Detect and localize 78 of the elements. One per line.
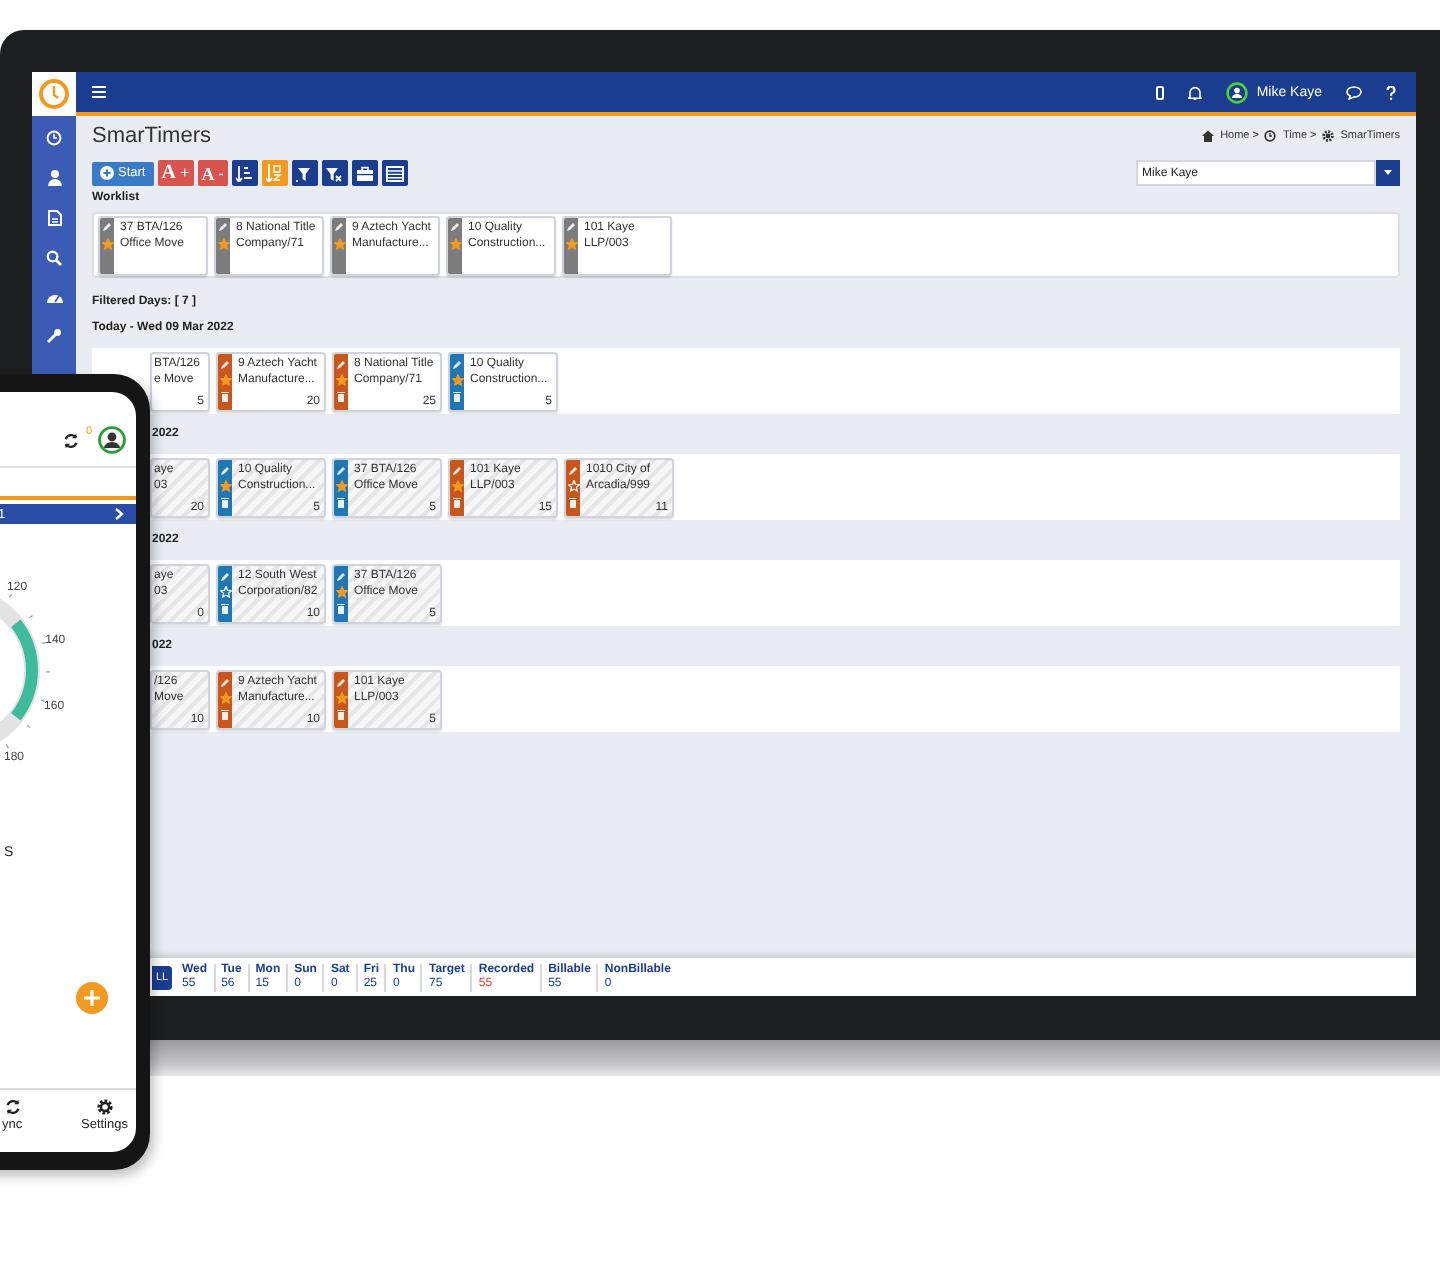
star-icon[interactable] xyxy=(217,237,229,249)
filter-clear-button[interactable] xyxy=(321,160,348,186)
trash-icon[interactable] xyxy=(336,496,346,509)
star-icon[interactable] xyxy=(101,237,113,249)
document-icon[interactable] xyxy=(47,210,61,226)
chevron-right-icon xyxy=(114,508,124,520)
star-icon[interactable] xyxy=(335,479,347,492)
pencil-icon[interactable] xyxy=(566,221,576,231)
sync-icon[interactable] xyxy=(61,431,80,449)
avatar-icon[interactable] xyxy=(1226,81,1249,103)
star-icon[interactable] xyxy=(219,691,231,704)
help-icon[interactable] xyxy=(1386,85,1396,99)
pencil-icon[interactable] xyxy=(450,221,460,231)
star-icon[interactable] xyxy=(219,479,231,492)
briefcase-icon xyxy=(355,165,374,181)
list-icon xyxy=(385,165,404,181)
filter-clear-icon xyxy=(326,165,343,181)
clock-logo-icon[interactable] xyxy=(38,78,70,110)
settings-icon xyxy=(95,1098,114,1116)
caret-icon xyxy=(1384,170,1392,176)
gear-icon xyxy=(1322,130,1335,142)
star-icon[interactable] xyxy=(335,585,347,598)
briefcase-button[interactable] xyxy=(351,160,378,186)
trash-icon[interactable] xyxy=(336,708,346,721)
star-icon[interactable] xyxy=(335,373,347,386)
bell-icon[interactable] xyxy=(1188,85,1203,99)
pencil-icon[interactable] xyxy=(220,677,230,688)
trash-icon[interactable] xyxy=(336,602,346,615)
menu-icon[interactable] xyxy=(92,86,106,98)
sort-list-icon xyxy=(236,165,253,181)
trash-icon[interactable] xyxy=(452,390,462,403)
user-icon[interactable] xyxy=(47,170,61,186)
avatar-icon[interactable] xyxy=(98,426,126,454)
star-icon[interactable] xyxy=(449,237,461,249)
trash-icon[interactable] xyxy=(220,390,230,403)
trash-icon[interactable] xyxy=(220,496,230,509)
add-button[interactable] xyxy=(76,982,108,1014)
plus-icon xyxy=(84,990,100,1006)
star-icon[interactable] xyxy=(451,479,463,492)
star-icon[interactable] xyxy=(333,237,345,249)
sort-list-button[interactable] xyxy=(231,160,258,186)
sort-icon xyxy=(266,164,283,182)
pencil-icon[interactable] xyxy=(336,465,346,476)
filter-button[interactable] xyxy=(291,160,318,186)
pencil-icon[interactable] xyxy=(220,571,230,582)
pencil-icon[interactable] xyxy=(568,465,578,476)
dashboard-icon[interactable] xyxy=(45,290,63,304)
pencil-icon[interactable] xyxy=(336,677,346,688)
list-button[interactable] xyxy=(381,160,408,186)
trash-icon[interactable] xyxy=(452,496,462,509)
chat-icon[interactable] xyxy=(1346,85,1362,99)
filter-icon xyxy=(296,165,313,181)
search-icon[interactable] xyxy=(46,250,62,266)
pencil-icon[interactable] xyxy=(452,465,462,476)
sync-icon xyxy=(3,1098,22,1116)
page-title: SmarTimers xyxy=(92,124,211,148)
star-icon[interactable] xyxy=(335,691,347,704)
clock-icon xyxy=(1264,130,1277,142)
trash-icon[interactable] xyxy=(220,708,230,721)
pencil-icon[interactable] xyxy=(102,221,112,231)
home-icon xyxy=(1202,130,1215,142)
phone-icon[interactable] xyxy=(1156,85,1165,99)
star-icon[interactable] xyxy=(565,237,577,249)
pencil-icon[interactable] xyxy=(452,359,462,370)
pencil-icon[interactable] xyxy=(218,221,228,231)
clock-icon[interactable] xyxy=(46,130,62,146)
trash-icon[interactable] xyxy=(568,496,578,509)
star-icon[interactable] xyxy=(219,373,231,386)
wrench-icon[interactable] xyxy=(46,328,62,344)
trash-icon[interactable] xyxy=(336,390,346,403)
pencil-icon[interactable] xyxy=(336,359,346,370)
star-icon[interactable] xyxy=(451,373,463,386)
plus-circle-icon xyxy=(100,166,114,180)
pencil-icon[interactable] xyxy=(220,359,230,370)
pencil-icon[interactable] xyxy=(220,465,230,476)
trash-icon[interactable] xyxy=(220,602,230,615)
pencil-icon[interactable] xyxy=(336,571,346,582)
pencil-icon[interactable] xyxy=(334,221,344,231)
